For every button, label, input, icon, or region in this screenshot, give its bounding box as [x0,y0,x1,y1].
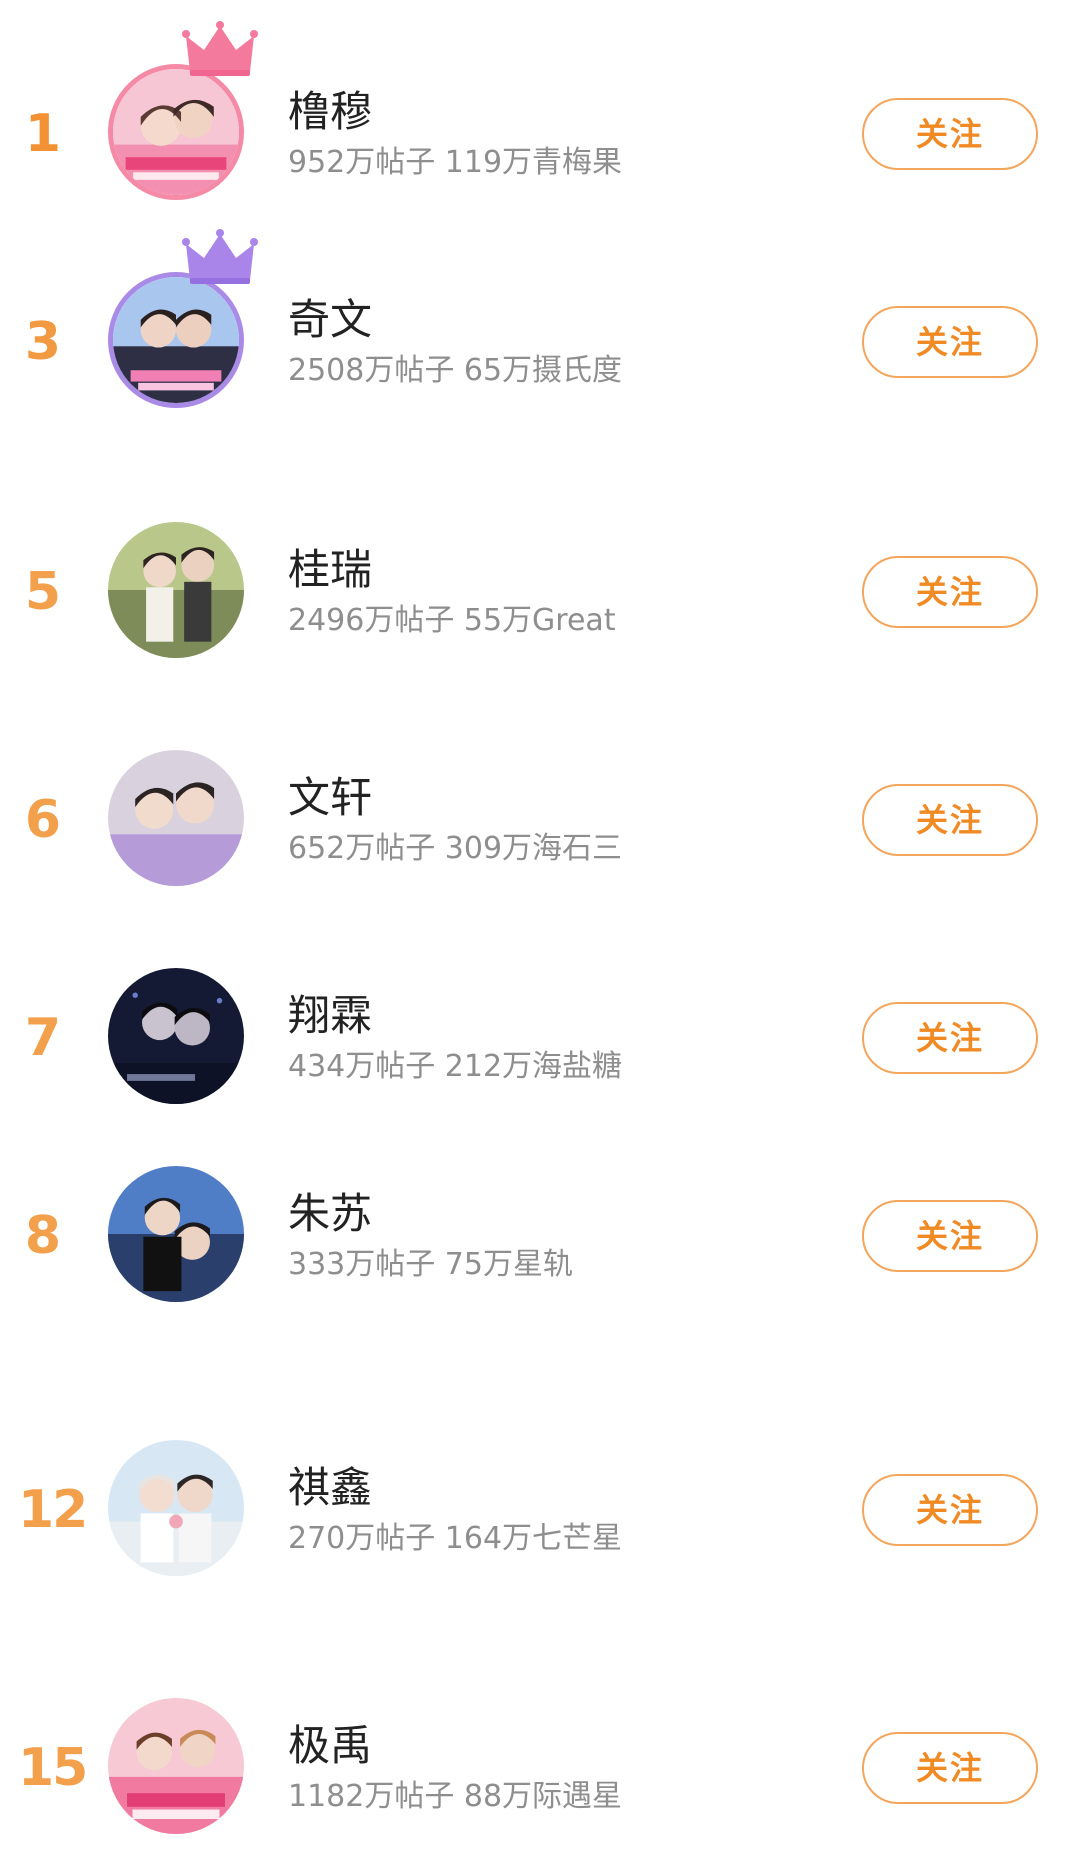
list-item[interactable]: 15 极禹 1182万帖子 88万际遇星 关注 [0,1688,1080,1848]
follow-button[interactable]: 关注 [862,1474,1038,1546]
avatar[interactable] [108,21,258,204]
community-stats: 270万帖子 164万七芒星 [288,1521,623,1557]
avatar[interactable] [108,1166,248,1306]
follow-button[interactable]: 关注 [862,1002,1038,1074]
list-item[interactable]: 6 文轩 652万帖子 309万海石三 关注 [0,740,1080,900]
community-name[interactable]: 橹穆 [288,87,622,137]
community-name[interactable]: 文轩 [288,773,622,823]
follow-button[interactable]: 关注 [862,306,1038,378]
rank-number: 7 [24,1008,61,1068]
community-stats: 1182万帖子 88万际遇星 [288,1779,623,1815]
list-item[interactable]: 3 奇文 2508万帖子 65万摄氏度 关注 [0,229,1080,422]
avatar[interactable] [108,229,258,412]
community-name[interactable]: 翔霖 [288,991,622,1041]
follow-button[interactable]: 关注 [862,1732,1038,1804]
community-name[interactable]: 祺鑫 [288,1463,622,1513]
avatar[interactable] [108,750,248,890]
follow-button[interactable]: 关注 [862,784,1038,856]
pink-crown-icon [182,21,258,76]
rank-number: 6 [24,790,61,850]
community-stats: 434万帖子 212万海盐糖 [288,1049,623,1085]
community-stats: 2496万帖子 55万Great [288,603,616,639]
follow-button[interactable]: 关注 [862,98,1038,170]
list-item[interactable]: 12 祺鑫 270万帖子 164万七芒星 关注 [0,1430,1080,1590]
ranking-list: 1 橹穆 952万帖子 119万青梅果 关注 3 奇文 2508万帖子 65万摄… [0,0,1080,1866]
avatar[interactable] [108,1440,248,1580]
rank-number: 5 [24,562,61,622]
community-name[interactable]: 极禹 [288,1721,622,1771]
community-stats: 652万帖子 309万海石三 [288,831,623,867]
rank-number: 12 [18,1480,88,1540]
avatar[interactable] [108,1698,248,1838]
follow-button[interactable]: 关注 [862,556,1038,628]
rank-number: 1 [24,104,61,164]
rank-number: 3 [24,312,61,372]
avatar[interactable] [108,522,248,662]
community-stats: 952万帖子 119万青梅果 [288,145,623,181]
rank-number: 15 [18,1738,88,1798]
list-item[interactable]: 7 翔霖 434万帖子 212万海盐糖 关注 [0,958,1080,1118]
list-item[interactable]: 8 朱苏 333万帖子 75万星轨 关注 [0,1156,1080,1316]
purple-crown-icon [182,229,258,284]
community-stats: 333万帖子 75万星轨 [288,1247,573,1283]
community-name[interactable]: 桂瑞 [288,545,616,595]
list-item[interactable]: 5 桂瑞 2496万帖子 55万Great 关注 [0,512,1080,672]
community-name[interactable]: 奇文 [288,295,622,345]
rank-number: 8 [24,1206,61,1266]
community-name[interactable]: 朱苏 [288,1189,573,1239]
avatar[interactable] [108,968,248,1108]
community-stats: 2508万帖子 65万摄氏度 [288,353,623,389]
follow-button[interactable]: 关注 [862,1200,1038,1272]
list-item[interactable]: 1 橹穆 952万帖子 119万青梅果 关注 [0,21,1080,214]
